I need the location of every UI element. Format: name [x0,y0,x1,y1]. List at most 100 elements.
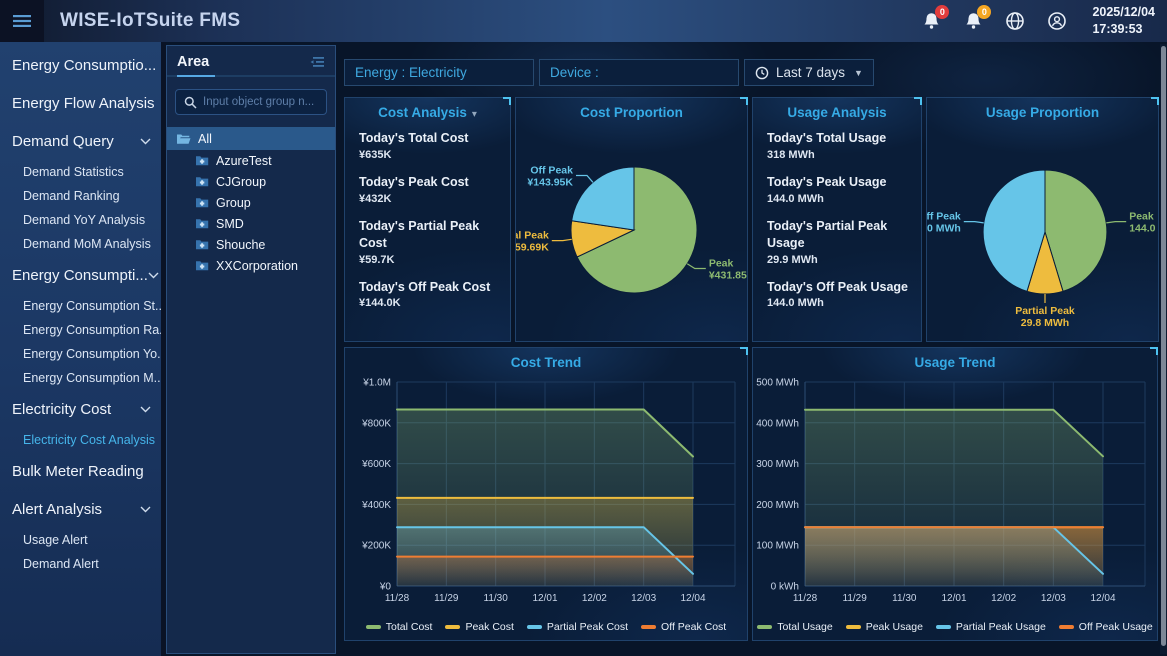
sidebar-item-energy-consumptio-[interactable]: Energy Consumptio... [0,46,161,84]
usage-analysis-card: Usage Analysis Today's Total Usage318 MW… [752,97,922,342]
area-panel-title: Area [177,54,209,70]
trend-cards-row: Cost Trend ¥0¥200K¥400K¥600K¥800K¥1.0M11… [344,347,1159,641]
card-corner-accent [1151,97,1159,105]
tree-node-label: XXCorporation [216,259,298,273]
legend-item-off-peak-cost[interactable]: Off Peak Cost [641,621,726,633]
x-axis-tick-label: 12/02 [582,593,607,604]
account-button[interactable] [1046,10,1068,32]
legend-item-total-usage[interactable]: Total Usage [757,621,832,633]
sidebar-subitem-usage-alert[interactable]: Usage Alert [0,528,161,552]
sidebar-item-energy-flow-analysis[interactable]: Energy Flow Analysis [0,84,161,122]
legend-label: Off Peak Cost [661,621,726,633]
card-dropdown-icon[interactable]: ▾ [472,109,477,120]
energy-filter[interactable]: Energy : Electricity [344,59,534,86]
search-input[interactable] [203,96,318,108]
stat-item: Today's Peak Cost¥432K [359,174,504,205]
pie-label: Off Peak144.0 MWh [927,211,961,235]
sidebar-item-alert-analysis[interactable]: Alert Analysis [0,490,161,528]
x-axis-tick-label: 12/04 [680,593,705,604]
folder-plus-icon [195,197,209,208]
alarm-bell-button[interactable]: 0 [920,10,942,32]
stat-label: Today's Partial Peak Usage [767,218,915,252]
sidebar-subitem-demand-ranking[interactable]: Demand Ranking [0,184,161,208]
account-icon [1047,11,1067,31]
y-axis-tick-label: ¥800K [361,418,391,429]
legend-item-peak-usage[interactable]: Peak Usage [846,621,923,633]
tree-node-smd[interactable]: SMD [167,213,335,234]
date-range-filter[interactable]: Last 7 days ▼ [744,59,874,86]
sidebar-subitem-energy-consumption-yo-[interactable]: Energy Consumption Yo... [0,342,161,366]
object-group-search [175,89,327,115]
legend-item-total-cost[interactable]: Total Cost [366,621,433,633]
device-filter[interactable]: Device : [539,59,739,86]
chevron-down-icon [140,138,151,145]
area-fill-off-peak-usage [805,527,1103,586]
clock-icon [755,66,769,80]
stat-item: Today's Peak Usage144.0 MWh [767,174,915,205]
top-bar: WISE-IoTSuite FMS 0 0 [0,0,1167,42]
tree-node-xxcorporation[interactable]: XXCorporation [167,255,335,276]
sidebar-subitem-demand-statistics[interactable]: Demand Statistics [0,160,161,184]
hamburger-menu-button[interactable] [0,0,44,42]
menu-fold-icon [309,56,325,68]
stat-item: Today's Partial Peak Usage 29.9 MWh [767,218,915,266]
tree-node-label: AzureTest [216,154,272,168]
legend-item-off-peak-usage[interactable]: Off Peak Usage [1059,621,1153,633]
sidebar-item-label: Bulk Meter Reading [12,463,144,480]
sidebar-item-bulk-meter-reading[interactable]: Bulk Meter Reading [0,452,161,490]
sidebar-item-electricity-cost[interactable]: Electricity Cost [0,390,161,428]
vertical-scrollbar[interactable] [1160,44,1167,654]
pie-label-line [1106,222,1126,223]
sidebar-subitem-energy-consumption-ra-[interactable]: Energy Consumption Ra... [0,318,161,342]
language-button[interactable] [1004,10,1026,32]
sidebar-subitem-demand-alert[interactable]: Demand Alert [0,552,161,576]
tree-node-label: Shouche [216,238,265,252]
stat-label: Today's Off Peak Usage [767,279,915,296]
tree-node-group[interactable]: Group [167,192,335,213]
chevron-down-icon [140,406,151,413]
tree-node-shouche[interactable]: Shouche [167,234,335,255]
pie-label: Partial Peak29.8 MWh [1015,305,1075,329]
sidebar-subitem-demand-mom-analysis[interactable]: Demand MoM Analysis [0,232,161,256]
cost-analysis-card: Cost Analysis▾ Today's Total Cost¥635KTo… [344,97,511,342]
hamburger-icon [12,14,32,28]
panel-collapse-button[interactable] [309,56,325,68]
legend-item-partial-peak-usage[interactable]: Partial Peak Usage [936,621,1046,633]
folder-plus-icon [195,260,209,271]
energy-filter-label: Energy : Electricity [355,65,467,80]
tree-node-all[interactable]: All [167,127,335,150]
scrollbar-thumb[interactable] [1161,46,1166,646]
notification-bell-button[interactable]: 0 [962,10,984,32]
legend-color-chip [527,625,542,629]
sidebar-item-demand-query[interactable]: Demand Query [0,122,161,160]
stat-value: 29.9 MWh [767,254,915,266]
sidebar-subitem-energy-consumption-m-[interactable]: Energy Consumption M... [0,366,161,390]
y-axis-tick-label: 100 MWh [756,541,799,552]
stat-value: 318 MWh [767,149,915,161]
legend-label: Off Peak Usage [1079,621,1153,633]
legend-label: Total Usage [777,621,832,633]
sidebar-subitem-demand-yoy-analysis[interactable]: Demand YoY Analysis [0,208,161,232]
stat-label: Today's Total Usage [767,130,915,147]
device-filter-label: Device : [550,65,599,80]
legend-item-peak-cost[interactable]: Peak Cost [445,621,513,633]
x-axis-tick-label: 12/03 [1041,593,1066,604]
tree-node-cjgroup[interactable]: CJGroup [167,171,335,192]
card-corner-accent [1150,347,1158,355]
cost-analysis-stats: Today's Total Cost¥635KToday's Peak Cost… [345,120,510,309]
legend-color-chip [445,625,460,629]
date-text: 2025/12/04 [1092,4,1155,21]
usage-trend-line-chart: 0 kWh100 MWh200 MWh300 MWh400 MWh500 MWh… [753,370,1157,610]
legend-color-chip [366,625,381,629]
y-axis-tick-label: ¥600K [361,459,391,470]
x-axis-tick-label: 12/01 [941,593,966,604]
x-axis-tick-label: 11/28 [793,593,818,604]
pie-slice-off-peak[interactable] [572,167,634,230]
sidebar-subitem-electricity-cost-analysis[interactable]: Electricity Cost Analysis [0,428,161,452]
tree-node-azuretest[interactable]: AzureTest [167,150,335,171]
sidebar-subitem-energy-consumption-st-[interactable]: Energy Consumption St... [0,294,161,318]
legend-item-partial-peak-cost[interactable]: Partial Peak Cost [527,621,628,633]
tree-node-label: Group [216,196,251,210]
sidebar-item-energy-consumpti-[interactable]: Energy Consumpti... [0,256,161,294]
sidebar-item-label: Electricity Cost [12,401,111,418]
